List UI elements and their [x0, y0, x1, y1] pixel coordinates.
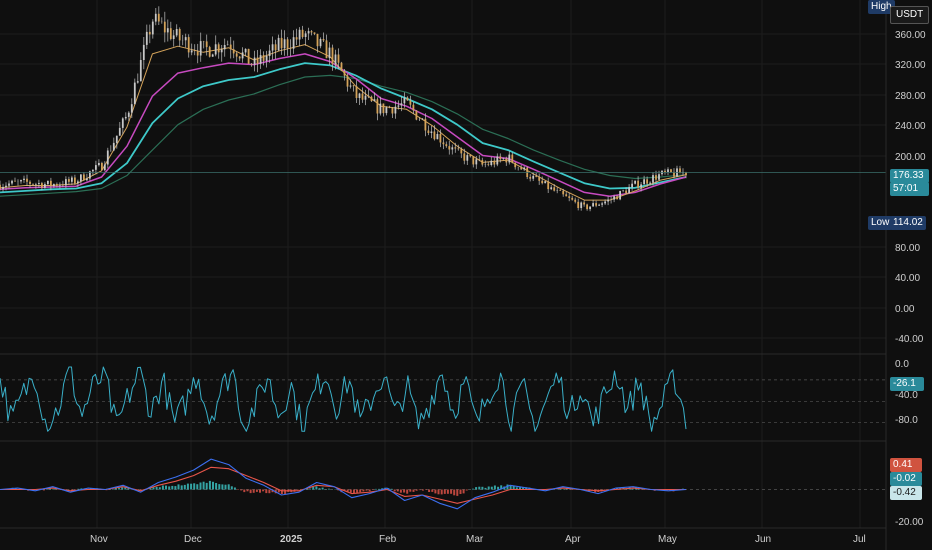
time-label: Dec [184, 534, 202, 545]
low-value-badge: 114.02 [890, 216, 926, 230]
time-label: Nov [90, 534, 108, 545]
macd-value-badge: 0.41 [890, 458, 922, 472]
signal-value-badge: -0.02 [890, 472, 922, 486]
time-label: Feb [379, 534, 397, 545]
price-tick: 320.00 [895, 60, 926, 71]
osc-tick: 0.0 [895, 359, 909, 370]
histogram-value-badge: -0.42 [890, 486, 922, 500]
macd-tick: -20.00 [895, 517, 924, 528]
last-price-badge: 176.33 [890, 169, 929, 183]
price-tick: 40.00 [895, 273, 920, 284]
time-label: Jun [755, 534, 771, 545]
chart-canvas: 360.00 320.00 280.00 240.00 200.00 80.00… [0, 0, 932, 550]
oscillator-value-badge: -26.1 [890, 377, 924, 391]
price-tick: 80.00 [895, 243, 920, 254]
time-label: Jul [853, 534, 866, 545]
macd-axis[interactable]: -20.00 [895, 517, 924, 528]
price-tick: 240.00 [895, 121, 926, 132]
time-label: Mar [466, 534, 484, 545]
price-tick: 360.00 [895, 30, 926, 41]
time-label: May [658, 534, 677, 545]
price-tick: 0.00 [895, 304, 915, 315]
time-label: Apr [565, 534, 581, 545]
countdown-badge: 57:01 [890, 182, 929, 196]
osc-tick: -40.0 [895, 390, 918, 401]
price-tick: 200.00 [895, 152, 926, 163]
low-label-badge: Low [868, 216, 893, 230]
price-tick: 280.00 [895, 91, 926, 102]
currency-button[interactable]: USDT [890, 6, 930, 24]
osc-tick: -80.0 [895, 415, 918, 426]
chart-background [0, 0, 932, 550]
price-tick: -40.00 [895, 334, 924, 345]
time-label: 2025 [280, 534, 303, 545]
